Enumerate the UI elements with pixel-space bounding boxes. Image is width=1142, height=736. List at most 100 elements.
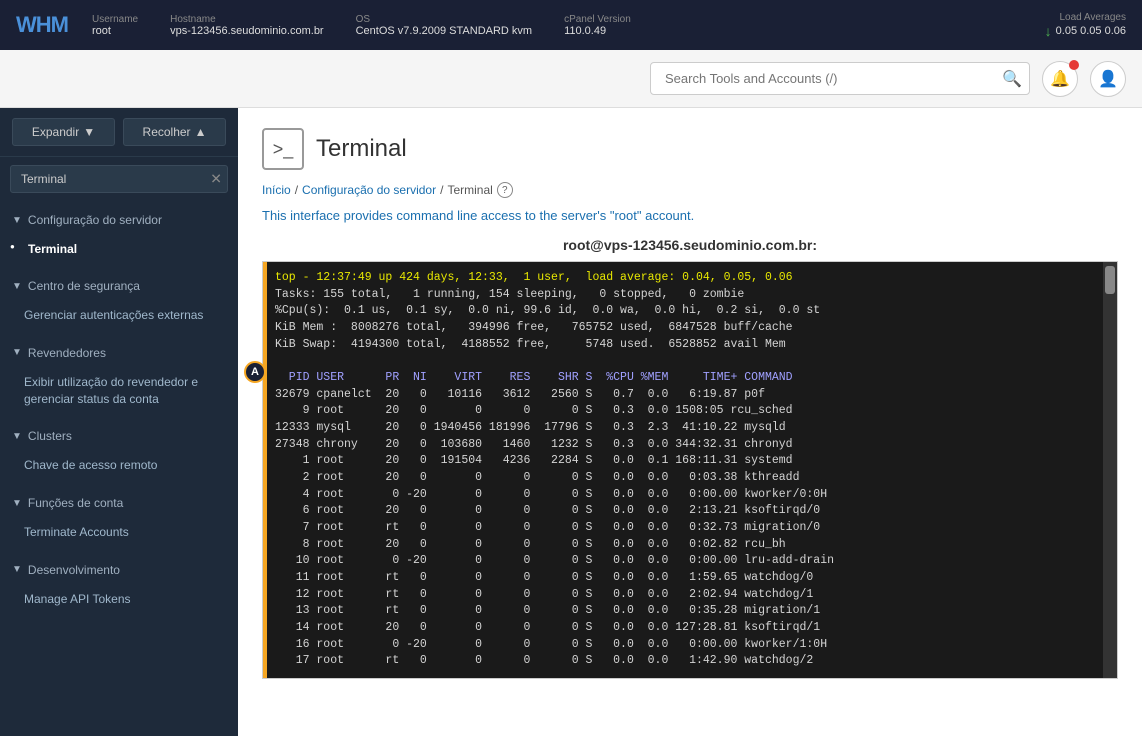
chevron-down-icon: ▼	[12, 215, 22, 226]
page-title: Terminal	[316, 135, 407, 163]
server-title: root@vps-123456.seudominio.com.br:	[262, 237, 1118, 253]
terminal-line-10: 1 root 20 0 191504 4236 2284 S 0.0 0.1 1…	[275, 453, 1097, 470]
load-averages: Load Averages ↓ 0.05 0.05 0.06	[1045, 12, 1126, 39]
cpanel-label: cPanel Version	[564, 14, 631, 25]
terminal-line-16: 10 root 0 -20 0 0 0 S 0.0 0.0 0:00.00 lr…	[275, 553, 1097, 570]
content-area: >_ Terminal Início / Configuração do ser…	[238, 108, 1142, 736]
terminal-icon: >_	[262, 128, 304, 170]
os-value: CentOS v7.9.2009 STANDARD kvm	[356, 25, 532, 37]
notifications-button[interactable]: 🔔	[1042, 61, 1078, 97]
terminal-line-17: 11 root rt 0 0 0 0 S 0.0 0.0 1:59.65 wat…	[275, 570, 1097, 587]
terminal-line-header: PID USER PR NI VIRT RES SHR S %CPU %MEM …	[275, 370, 1097, 387]
terminal-line-3: KiB Mem : 8008276 total, 394996 free, 76…	[275, 320, 1097, 337]
breadcrumb-home[interactable]: Início	[262, 183, 291, 197]
load-values: ↓ 0.05 0.05 0.06	[1045, 23, 1126, 39]
load-label: Load Averages	[1059, 12, 1126, 23]
chevron-down-icon: ▼	[12, 564, 22, 575]
terminal-line-6: 32679 cpanelct 20 0 10116 3612 2560 S 0.…	[275, 387, 1097, 404]
sidebar-section-clusters: ▼ Clusters Chave de acesso remoto	[0, 417, 238, 484]
sidebar-item-terminal[interactable]: Terminal	[0, 235, 238, 263]
expand-button[interactable]: Expandir ▼	[12, 118, 115, 146]
terminal-line-20: 14 root 20 0 0 0 0 S 0.0 0.0 127:28.81 k…	[275, 620, 1097, 637]
breadcrumb: Início / Configuração do servidor / Term…	[262, 182, 1118, 198]
terminal-line-11: 2 root 20 0 0 0 0 S 0.0 0.0 0:03.38 kthr…	[275, 470, 1097, 487]
sidebar-section-header-revendedores[interactable]: ▼ Revendedores	[0, 338, 238, 368]
sidebar-item-terminate[interactable]: Terminate Accounts	[0, 518, 238, 547]
sidebar-section-funcoes: ▼ Funções de conta Terminate Accounts	[0, 484, 238, 551]
sidebar-section-revendedores: ▼ Revendedores Exibir utilização do reve…	[0, 334, 238, 418]
terminal-line-15: 8 root 20 0 0 0 0 S 0.0 0.0 0:02.82 rcu_…	[275, 537, 1097, 554]
terminal-line-1: Tasks: 155 total, 1 running, 154 sleepin…	[275, 287, 1097, 304]
terminal-line-5	[275, 353, 1097, 370]
sidebar-section-seguranca: ▼ Centro de segurança Gerenciar autentic…	[0, 267, 238, 334]
sidebar-section-desenvolvimento: ▼ Desenvolvimento Manage API Tokens	[0, 551, 238, 618]
chevron-down-icon: ▼	[12, 347, 22, 358]
terminal-line-12: 4 root 0 -20 0 0 0 S 0.0 0.0 0:00.00 kwo…	[275, 487, 1097, 504]
chevron-down-icon: ▼	[12, 498, 22, 509]
username-value: root	[92, 25, 138, 37]
sidebar-section-configuracao: ▼ Configuração do servidor Terminal	[0, 201, 238, 267]
terminal-line-19: 13 root rt 0 0 0 0 S 0.0 0.0 0:35.28 mig…	[275, 603, 1097, 620]
breadcrumb-config[interactable]: Configuração do servidor	[302, 183, 436, 197]
terminal-line-14: 7 root rt 0 0 0 0 S 0.0 0.0 0:32.73 migr…	[275, 520, 1097, 537]
top-bar-info: Username root Hostname vps-123456.seudom…	[92, 14, 1045, 37]
help-icon[interactable]: ?	[497, 182, 513, 198]
sidebar-section-header-desenvolvimento[interactable]: ▼ Desenvolvimento	[0, 555, 238, 585]
terminal-container: A top - 12:37:49 up 424 days, 12:33, 1 u…	[262, 261, 1118, 679]
page-header: >_ Terminal	[262, 128, 1118, 170]
cpanel-value: 110.0.49	[564, 25, 631, 37]
terminal-line-9: 27348 chrony 20 0 103680 1460 1232 S 0.3…	[275, 437, 1097, 454]
yellow-border	[263, 262, 267, 678]
top-bar: WHM Username root Hostname vps-123456.se…	[0, 0, 1142, 50]
search-button[interactable]: 🔍	[1002, 69, 1022, 89]
sidebar-section-header-configuracao[interactable]: ▼ Configuração do servidor	[0, 205, 238, 235]
search-input[interactable]	[650, 62, 1030, 95]
cpanel-info: cPanel Version 110.0.49	[564, 14, 631, 37]
os-info: OS CentOS v7.9.2009 STANDARD kvm	[356, 14, 532, 37]
chevron-down-icon: ▼	[12, 281, 22, 292]
breadcrumb-current: Terminal	[447, 183, 492, 197]
terminal-line-8: 12333 mysql 20 0 1940456 181996 17796 S …	[275, 420, 1097, 437]
annotation-a: A	[244, 361, 266, 383]
notification-badge	[1069, 60, 1079, 70]
hostname-value: vps-123456.seudominio.com.br	[170, 25, 323, 37]
user-account-button[interactable]: 👤	[1090, 61, 1126, 97]
whm-logo: WHM	[16, 12, 68, 38]
terminal-scrollbar[interactable]	[1103, 262, 1117, 678]
os-label: OS	[356, 14, 532, 25]
terminal-line-13: 6 root 20 0 0 0 0 S 0.0 0.0 2:13.21 ksof…	[275, 503, 1097, 520]
terminal-line-2: %Cpu(s): 0.1 us, 0.1 sy, 0.0 ni, 99.6 id…	[275, 303, 1097, 320]
page-description: This interface provides command line acc…	[262, 208, 1118, 223]
search-container: 🔍	[650, 62, 1030, 95]
sidebar-item-auth[interactable]: Gerenciar autenticações externas	[0, 301, 238, 330]
sidebar-item-api[interactable]: Manage API Tokens	[0, 585, 238, 614]
terminal-scroll-thumb	[1105, 266, 1115, 294]
username-info: Username root	[92, 14, 138, 37]
chevron-down-icon: ▼	[12, 431, 22, 442]
sidebar-item-chave[interactable]: Chave de acesso remoto	[0, 451, 238, 480]
sidebar-section-header-clusters[interactable]: ▼ Clusters	[0, 421, 238, 451]
load-arrow-icon: ↓	[1045, 23, 1052, 39]
sidebar-section-header-funcoes[interactable]: ▼ Funções de conta	[0, 488, 238, 518]
sidebar-search: ✕	[10, 165, 228, 193]
main-layout: Expandir ▼ Recolher ▲ ✕ ▼ Configuração d…	[0, 108, 1142, 736]
search-area: 🔍 🔔 👤	[0, 50, 1142, 108]
terminal-line-7: 9 root 20 0 0 0 0 S 0.3 0.0 1508:05 rcu_…	[275, 403, 1097, 420]
hostname-label: Hostname	[170, 14, 323, 25]
terminal-line-22: 17 root rt 0 0 0 0 S 0.0 0.0 1:42.90 wat…	[275, 653, 1097, 670]
sidebar-search-clear[interactable]: ✕	[210, 171, 222, 188]
terminal-line-18: 12 root rt 0 0 0 0 S 0.0 0.0 2:02.94 wat…	[275, 587, 1097, 604]
sidebar-section-header-seguranca[interactable]: ▼ Centro de segurança	[0, 271, 238, 301]
sidebar-search-input[interactable]	[10, 165, 228, 193]
username-label: Username	[92, 14, 138, 25]
terminal-line-4: KiB Swap: 4194300 total, 4188552 free, 5…	[275, 337, 1097, 354]
collapse-button[interactable]: Recolher ▲	[123, 118, 226, 146]
terminal-line-21: 16 root 0 -20 0 0 0 S 0.0 0.0 0:00.00 kw…	[275, 637, 1097, 654]
terminal-line-0: top - 12:37:49 up 424 days, 12:33, 1 use…	[275, 270, 1097, 287]
top-bar-right: Load Averages ↓ 0.05 0.05 0.06	[1045, 12, 1126, 39]
terminal[interactable]: top - 12:37:49 up 424 days, 12:33, 1 use…	[263, 262, 1117, 678]
sidebar-item-revendedor[interactable]: Exibir utilização do revendedor e gerenc…	[0, 368, 238, 414]
sidebar: Expandir ▼ Recolher ▲ ✕ ▼ Configuração d…	[0, 108, 238, 736]
hostname-info: Hostname vps-123456.seudominio.com.br	[170, 14, 323, 37]
sidebar-controls: Expandir ▼ Recolher ▲	[0, 108, 238, 157]
